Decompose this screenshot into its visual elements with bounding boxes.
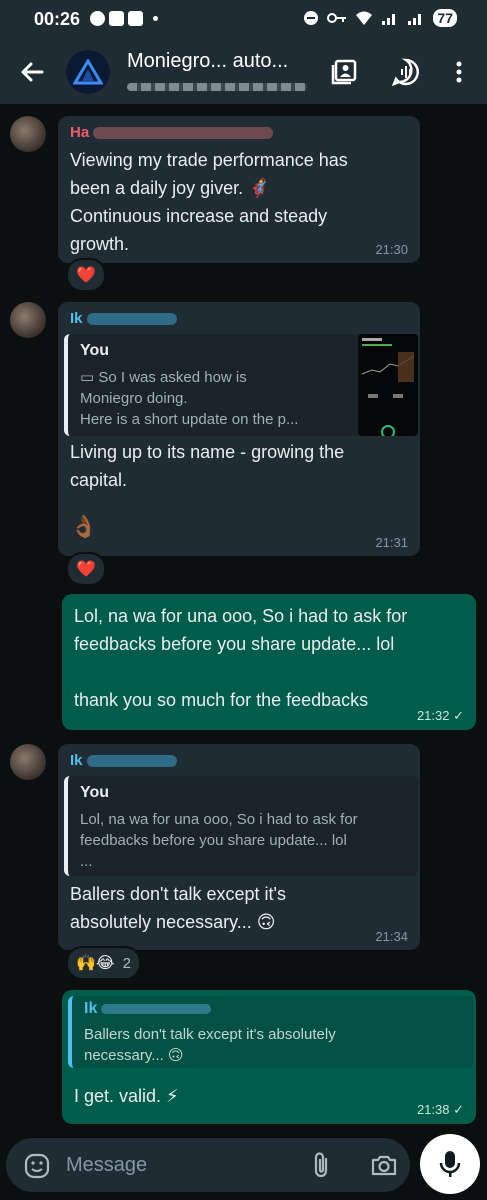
- ok-hand-emoji: 👌🏾: [70, 514, 98, 539]
- message-bubble-outgoing[interactable]: Lol, na wa for una ooo, So i had to ask …: [62, 594, 476, 730]
- quote-text: Ballers don't talk except it's absolutel…: [84, 1026, 336, 1064]
- chat-title[interactable]: Moniegro... auto...: [127, 50, 288, 73]
- chat-subtitle: [127, 78, 312, 93]
- message-time: 21:30: [375, 242, 408, 257]
- avatar[interactable]: [10, 302, 46, 338]
- signal-icon: [408, 14, 422, 25]
- avatar[interactable]: [10, 744, 46, 780]
- more-vertical-icon: [456, 61, 462, 83]
- heart-icon: ❤️: [76, 267, 96, 284]
- message-time: 21:34: [375, 929, 408, 944]
- redacted-name: [101, 1003, 212, 1014]
- redacted-name: [93, 127, 274, 140]
- avatar[interactable]: [10, 116, 46, 152]
- sender-name[interactable]: Ha: [70, 124, 274, 141]
- contact-card-icon: [331, 59, 357, 85]
- message-placeholder: Message: [66, 1154, 148, 1176]
- redacted-members: [127, 82, 307, 91]
- heart-icon: ❤️: [76, 561, 96, 578]
- paperclip-icon[interactable]: [310, 1151, 332, 1179]
- reaction-badge[interactable]: ❤️: [66, 258, 106, 292]
- quote-text: ▭ So I was asked how is Moniegro doing. …: [80, 369, 299, 428]
- more-options-button[interactable]: [443, 56, 475, 88]
- message-time: 21:31: [375, 535, 408, 550]
- reaction-emojis: 🙌😂: [76, 955, 115, 972]
- quote-text: Lol, na wa for una ooo, So i had to ask …: [80, 811, 358, 870]
- voice-chat-button[interactable]: [390, 56, 422, 88]
- message-bubble-incoming[interactable]: Ik You ▭ So I was asked how is Moniegro …: [58, 302, 420, 556]
- reaction-count: 2: [122, 954, 131, 972]
- trading-dashboard-thumbnail: [358, 334, 418, 436]
- reaction-badge[interactable]: 🙌😂 2: [66, 946, 141, 980]
- system-icons: 77: [303, 9, 457, 27]
- more-notifications-icon: [153, 16, 158, 21]
- camera-icon[interactable]: [370, 1153, 398, 1177]
- sender-name[interactable]: Ik: [70, 310, 177, 327]
- sticker-icon[interactable]: [24, 1153, 50, 1179]
- sender-name[interactable]: Ik: [70, 752, 177, 769]
- message-text: Ballers don't talk except it's absolutel…: [70, 884, 286, 932]
- video-thumbnail[interactable]: [358, 334, 418, 436]
- wifi-icon: [356, 11, 373, 25]
- back-button[interactable]: [18, 58, 46, 86]
- quote-author: Ik: [84, 1000, 212, 1018]
- quoted-message[interactable]: You ▭ So I was asked how is Moniegro doi…: [64, 334, 418, 436]
- message-bubble-incoming[interactable]: Ha Viewing my trade performance has been…: [58, 116, 420, 263]
- audio-wave-icon: [392, 58, 419, 86]
- dnd-icon: [304, 11, 319, 25]
- key-icon: [327, 13, 347, 23]
- message-text: I get. valid. ⚡: [74, 1086, 179, 1106]
- quoted-message[interactable]: Ik Ballers don't talk except it's absolu…: [68, 996, 474, 1068]
- signal-icon: [382, 14, 396, 25]
- notification-icon: [128, 11, 143, 26]
- message-time: 21:32 ✓: [416, 708, 464, 723]
- video-icon: ▭: [80, 369, 99, 386]
- notification-icons: [90, 11, 158, 26]
- reaction-badge[interactable]: ❤️: [66, 552, 106, 586]
- message-text: Viewing my trade performance has been a …: [70, 150, 348, 254]
- status-bar: 00:26 77: [0, 0, 487, 40]
- redacted-name: [86, 755, 177, 768]
- microphone-icon: [439, 1151, 461, 1177]
- chat-header: Moniegro... auto...: [0, 40, 487, 104]
- notification-icon: [109, 11, 124, 26]
- message-input[interactable]: Message: [6, 1138, 410, 1192]
- message-bubble-outgoing[interactable]: Ik Ballers don't talk except it's absolu…: [62, 990, 476, 1124]
- quoted-message[interactable]: You Lol, na wa for una ooo, So i had to …: [64, 776, 418, 876]
- quote-author: You: [80, 342, 110, 359]
- notification-icon: [90, 11, 105, 26]
- group-avatar[interactable]: [66, 50, 110, 94]
- contact-card-button[interactable]: [328, 56, 360, 88]
- message-list[interactable]: Ha Viewing my trade performance has been…: [0, 104, 487, 1126]
- composer: Message: [0, 1126, 487, 1200]
- voice-message-button[interactable]: [420, 1134, 480, 1194]
- logo-icon: [73, 59, 103, 85]
- status-time: 00:26: [34, 9, 81, 29]
- message-bubble-incoming[interactable]: Ik You Lol, na wa for una ooo, So i had …: [58, 744, 420, 950]
- message-text: Lol, na wa for una ooo, So i had to ask …: [74, 606, 408, 710]
- arrow-left-icon: [21, 62, 44, 82]
- redacted-name: [86, 313, 177, 326]
- message-time: 21:38 ✓: [416, 1102, 464, 1117]
- quote-author: You: [80, 784, 110, 801]
- battery-indicator: 77: [433, 9, 457, 27]
- message-text: Living up to its name - growing the capi…: [70, 442, 345, 490]
